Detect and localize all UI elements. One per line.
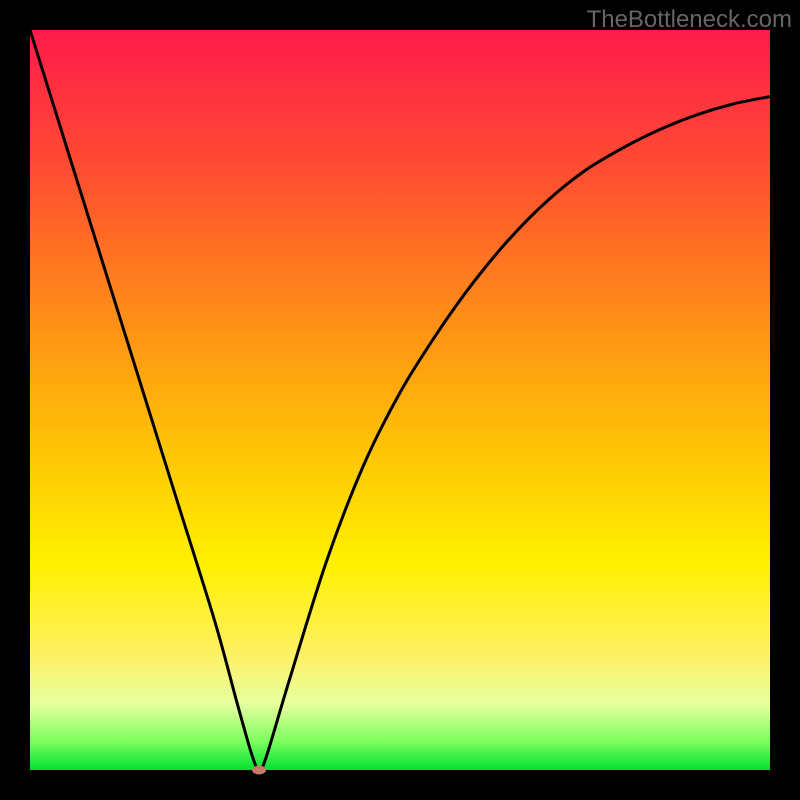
bottleneck-curve: [30, 30, 770, 770]
minimum-marker: [252, 766, 266, 775]
chart-container: TheBottleneck.com: [0, 0, 800, 800]
plot-area: [30, 30, 770, 770]
watermark-text: TheBottleneck.com: [587, 6, 792, 34]
curve-svg: [30, 30, 770, 770]
